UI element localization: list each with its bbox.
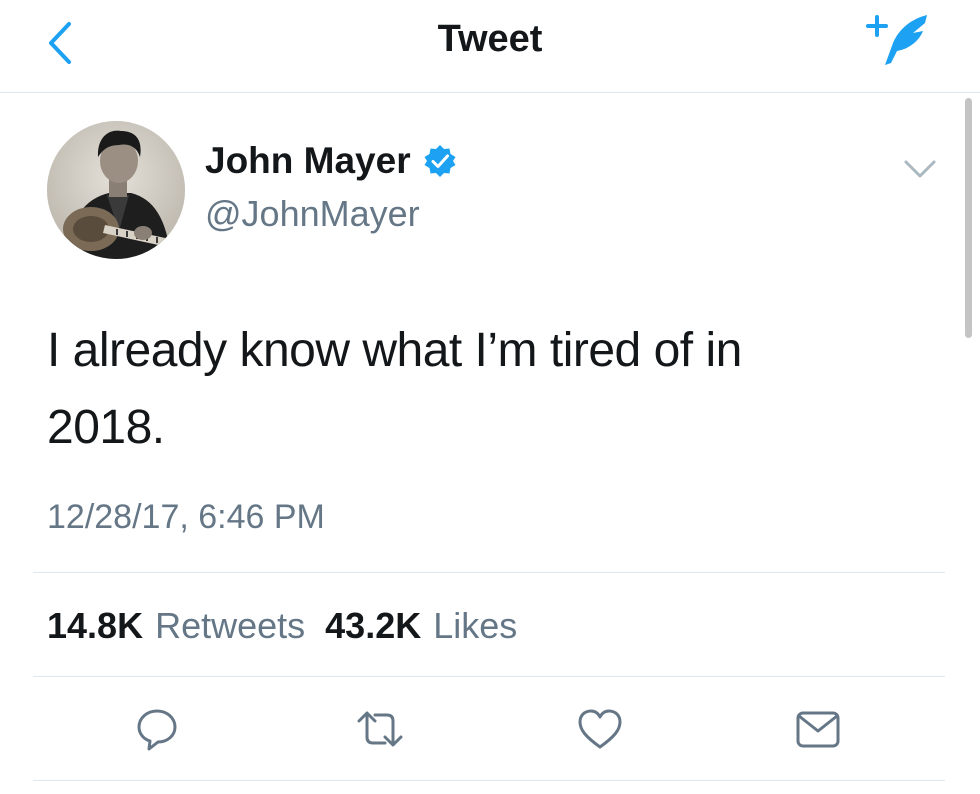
chevron-down-icon — [904, 160, 936, 178]
divider — [33, 572, 945, 573]
compose-feather-icon — [866, 15, 927, 65]
author-handle[interactable]: @JohnMayer — [205, 193, 420, 235]
profile-photo — [47, 121, 185, 259]
reply-icon — [137, 709, 177, 751]
likes-count: 43.2K — [325, 605, 422, 646]
author-name-text: John Mayer — [205, 140, 411, 181]
retweets-count: 14.8K — [47, 605, 144, 646]
tweet-timestamp: 12/28/17, 6:46 PM — [47, 498, 325, 536]
verified-badge-icon — [424, 145, 456, 177]
likes-label: Likes — [433, 605, 518, 646]
like-button[interactable] — [575, 705, 625, 753]
tweet-text-line: 2018. — [47, 401, 165, 454]
more-options-button[interactable] — [896, 150, 944, 186]
tweet-text: I already know what I’m tired of in 2018… — [47, 312, 927, 466]
nav-header: Tweet — [0, 0, 980, 93]
compose-tweet-button[interactable] — [862, 10, 938, 72]
avatar[interactable] — [47, 121, 185, 259]
tweet-stats: 14.8K Retweets 43.2K Likes — [47, 605, 537, 647]
like-icon — [578, 709, 622, 749]
page-title: Tweet — [437, 18, 543, 60]
retweet-icon — [357, 711, 403, 747]
retweets-stat[interactable]: 14.8K Retweets — [47, 605, 305, 647]
retweet-button[interactable] — [355, 705, 405, 753]
divider — [33, 780, 945, 781]
scrollbar[interactable] — [965, 98, 972, 338]
author-name[interactable]: John Mayer — [205, 140, 457, 182]
share-icon — [796, 711, 840, 748]
share-button[interactable] — [793, 705, 843, 753]
retweets-label: Retweets — [155, 605, 306, 646]
tweet-text-line: I already know what I’m tired of in — [47, 324, 742, 377]
divider — [33, 676, 945, 677]
reply-button[interactable] — [132, 705, 182, 753]
likes-stat[interactable]: 43.2K Likes — [325, 605, 517, 647]
